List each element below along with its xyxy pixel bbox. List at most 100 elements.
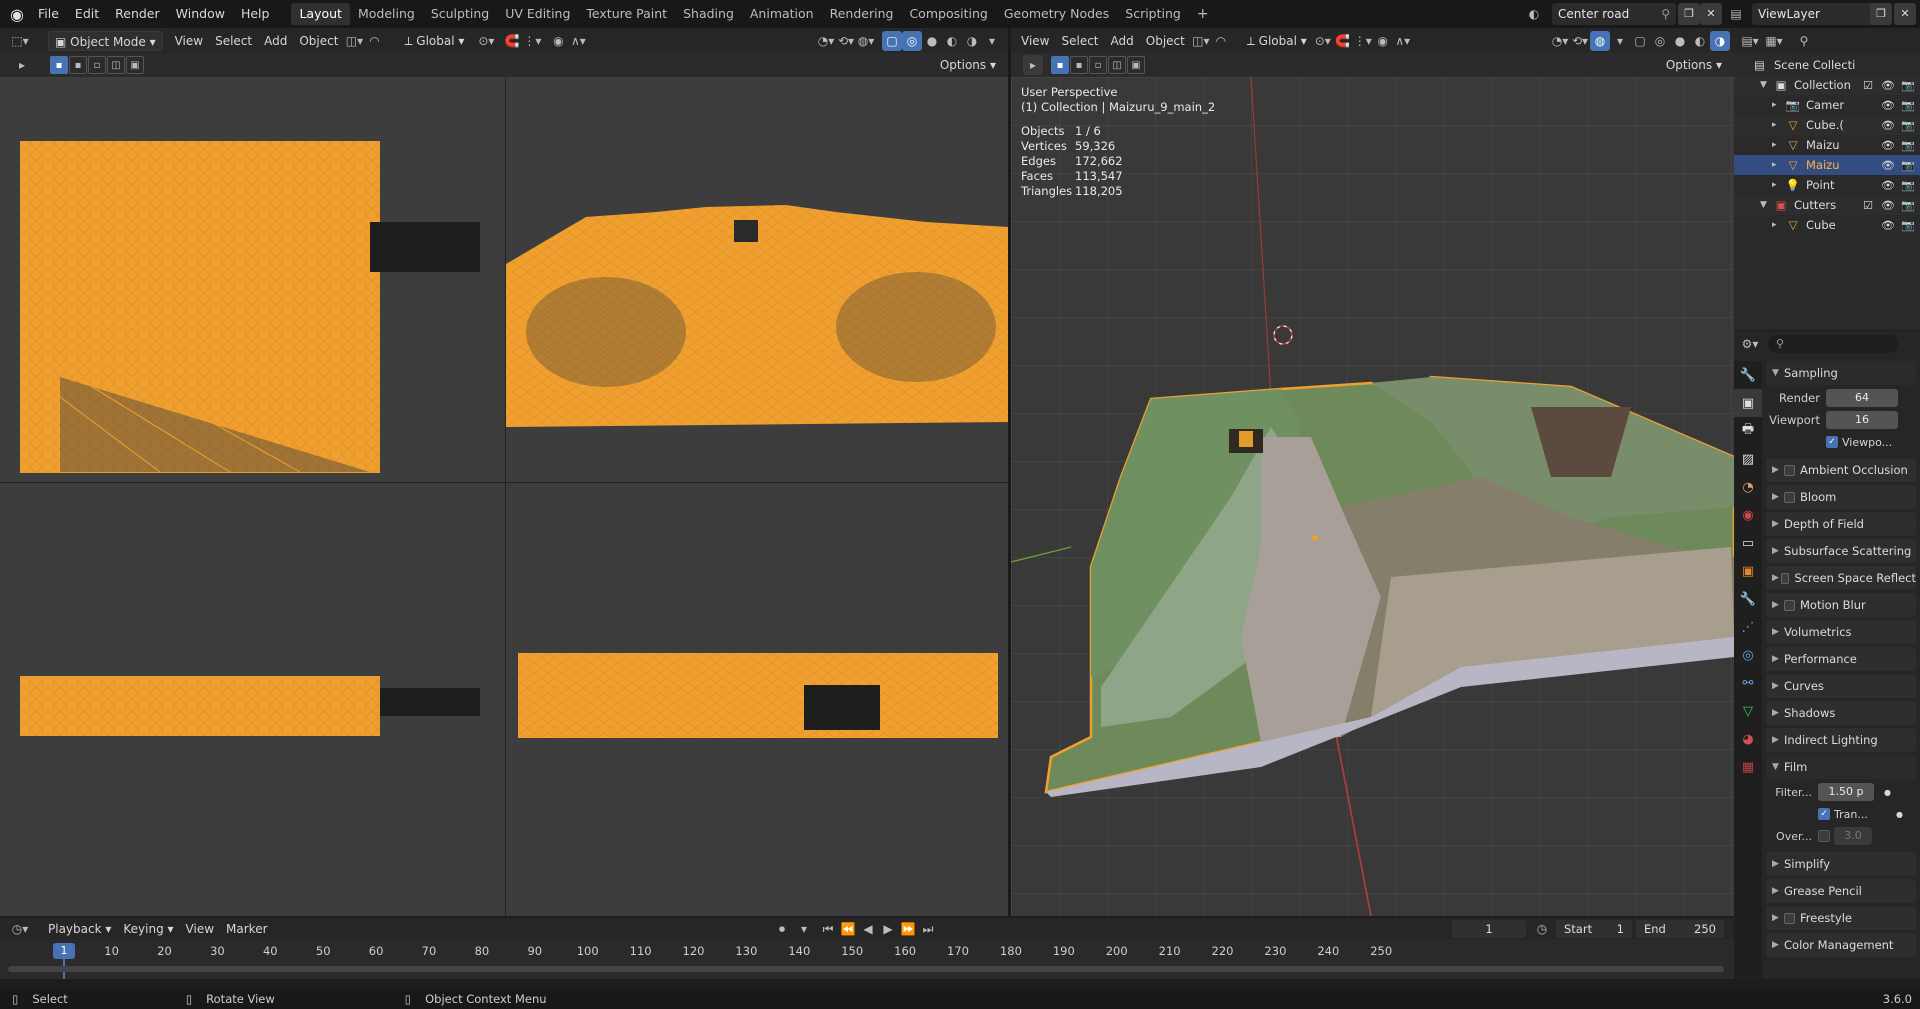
expand-arrow-icon[interactable]: ▸: [1772, 140, 1784, 150]
eye-icon[interactable]: 👁: [1880, 99, 1896, 112]
film-filter-keyframe-icon[interactable]: ●: [1884, 788, 1891, 797]
tool-tab-icon[interactable]: 🔧: [1734, 361, 1762, 389]
tab-modeling[interactable]: Modeling: [350, 3, 423, 25]
material-shading-icon[interactable]: ◐: [942, 31, 962, 51]
timeline-menu-playback[interactable]: Playback ▾: [42, 919, 117, 939]
viewport-denoise-checkbox[interactable]: ✓: [1826, 436, 1838, 448]
panel-freestyle[interactable]: ▶ Freestyle: [1766, 906, 1916, 930]
right-snap-icon[interactable]: 🧲: [1333, 31, 1353, 51]
tab-scripting[interactable]: Scripting: [1117, 3, 1189, 25]
snap-target-icon[interactable]: ⋮▾: [522, 31, 542, 51]
camera-render-icon[interactable]: 📷: [1900, 219, 1916, 232]
panel-enable-checkbox[interactable]: [1780, 572, 1790, 584]
expand-arrow-icon[interactable]: ▸: [1772, 100, 1784, 110]
panel-enable-checkbox[interactable]: [1784, 599, 1795, 611]
right-select-subtract-icon[interactable]: ▫: [1089, 56, 1107, 74]
next-keyframe-icon[interactable]: ⏩: [898, 919, 918, 939]
collection-tab-icon[interactable]: ▭: [1734, 529, 1762, 557]
panel-shadows[interactable]: ▶ Shadows: [1766, 701, 1916, 725]
panel-color-management[interactable]: ▶ Color Management: [1766, 933, 1916, 957]
timeline-editor-type-icon[interactable]: ◷▾: [10, 919, 30, 939]
tab-texture-paint[interactable]: Texture Paint: [578, 3, 675, 25]
options-dropdown[interactable]: Options ▾: [934, 55, 1002, 75]
quad-divider-vertical[interactable]: [505, 77, 506, 916]
right-proportional-icon[interactable]: ◠: [1211, 31, 1231, 51]
film-overscan-checkbox[interactable]: [1818, 830, 1830, 842]
menu-select[interactable]: Select: [209, 31, 258, 51]
end-frame-field[interactable]: End 250: [1636, 920, 1724, 938]
preview-range-icon[interactable]: ◷: [1532, 919, 1552, 939]
panel-enable-checkbox[interactable]: [1784, 491, 1795, 503]
new-view-layer-button[interactable]: ❐: [1870, 3, 1892, 25]
eye-icon[interactable]: 👁: [1880, 159, 1896, 172]
panel-screen-space-reflect[interactable]: ▶ Screen Space Reflect: [1766, 566, 1916, 590]
view-layer-selector[interactable]: ViewLayer: [1752, 3, 1880, 25]
view-layer-tab-icon[interactable]: ▨: [1734, 445, 1762, 473]
wireframe-shading-icon[interactable]: ◎: [902, 30, 922, 51]
render-tab-icon[interactable]: ▣: [1734, 389, 1762, 417]
right-menu-object[interactable]: Object: [1140, 31, 1191, 51]
panel-motion-blur[interactable]: ▶ Motion Blur: [1766, 593, 1916, 617]
viewport-samples-field[interactable]: 16: [1826, 411, 1898, 429]
outliner-editor-type-icon[interactable]: ▤▾: [1740, 31, 1760, 51]
transform-orientation-dropdown[interactable]: ⟂ Global ▾: [398, 31, 470, 51]
include-checkbox-icon[interactable]: ☑: [1860, 199, 1876, 212]
pin-icon[interactable]: ⚲: [1661, 7, 1670, 21]
eye-icon[interactable]: 👁: [1880, 199, 1896, 212]
expand-arrow-icon[interactable]: ▸: [1772, 180, 1784, 190]
panel-curves[interactable]: ▶ Curves: [1766, 674, 1916, 698]
camera-render-icon[interactable]: 📷: [1900, 199, 1916, 212]
right-overlay-icon[interactable]: ◍: [1590, 30, 1610, 51]
include-checkbox-icon[interactable]: ☑: [1860, 79, 1876, 92]
right-solid-shading-icon[interactable]: ●: [1670, 31, 1690, 51]
frame-ruler[interactable]: 1 10 20 30 40 50 60 70 80 90 100 110 120 130 140 150 160…: [0, 942, 1734, 960]
panel-bloom[interactable]: ▶ Bloom: [1766, 485, 1916, 509]
menu-file[interactable]: File: [30, 3, 67, 25]
proportional-edit-icon[interactable]: ◉: [548, 31, 568, 51]
panel-performance[interactable]: ▶ Performance: [1766, 647, 1916, 671]
properties-editor-type-icon[interactable]: ⚙▾: [1740, 334, 1760, 354]
outliner-row[interactable]: ▸ ▽ Cube 👁 📷: [1734, 215, 1920, 235]
select-intersect-icon[interactable]: ▣: [126, 56, 144, 74]
right-tool-icon[interactable]: ▸: [1023, 55, 1043, 75]
outliner-row[interactable]: ▸ ▽ Maizu 👁 📷: [1734, 135, 1920, 155]
scene-icon[interactable]: ◐: [1524, 4, 1544, 24]
falloff-icon[interactable]: ∧▾: [568, 31, 588, 51]
right-menu-add[interactable]: Add: [1105, 31, 1140, 51]
current-frame-field[interactable]: 1: [1452, 920, 1526, 938]
proportional-icon[interactable]: ◠: [364, 31, 384, 51]
expand-arrow-icon[interactable]: ▸: [1772, 160, 1784, 170]
select-invert-icon[interactable]: ◫: [107, 56, 125, 74]
outliner-display-mode-icon[interactable]: ▦▾: [1764, 31, 1784, 51]
timeline-menu-view[interactable]: View: [180, 919, 220, 939]
quad-divider-horizontal[interactable]: [0, 482, 1008, 483]
outliner-row[interactable]: ▸ 📷 Camer 👁 📷: [1734, 95, 1920, 115]
menu-add[interactable]: Add: [258, 31, 293, 51]
select-extend-icon[interactable]: ▪: [69, 56, 87, 74]
eye-icon[interactable]: 👁: [1880, 79, 1896, 92]
quad-view-bottom-left[interactable]: [0, 483, 505, 916]
eye-icon[interactable]: 👁: [1880, 219, 1896, 232]
sampling-panel[interactable]: ▼ Sampling: [1766, 361, 1916, 385]
properties-search-field[interactable]: ⚲: [1768, 334, 1898, 353]
expand-arrow-icon[interactable]: ▼: [1760, 200, 1772, 210]
right-select-extend-icon[interactable]: ▪: [1070, 56, 1088, 74]
quad-view-bottom-right[interactable]: [506, 483, 1008, 916]
right-orientation-dropdown[interactable]: ⟂ Global ▾: [1241, 31, 1313, 51]
camera-render-icon[interactable]: 📷: [1900, 79, 1916, 92]
film-transparent-keyframe-icon[interactable]: ●: [1896, 810, 1903, 819]
snap-icon[interactable]: 🧲: [502, 31, 522, 51]
editor-type-icon[interactable]: ⬚▾: [10, 31, 30, 51]
panel-volumetrics[interactable]: ▶ Volumetrics: [1766, 620, 1916, 644]
select-subtract-icon[interactable]: ▫: [88, 56, 106, 74]
panel-indirect-lighting[interactable]: ▶ Indirect Lighting: [1766, 728, 1916, 752]
outliner-row[interactable]: ▼ ▣ Cutters ☑ 👁 📷: [1734, 195, 1920, 215]
eye-icon[interactable]: 👁: [1880, 179, 1896, 192]
render-samples-field[interactable]: 64: [1826, 389, 1898, 407]
camera-render-icon[interactable]: 📷: [1900, 159, 1916, 172]
play-icon[interactable]: ▶: [878, 919, 898, 939]
scene-selector[interactable]: Center road ⚲: [1552, 3, 1676, 25]
panel-depth-of-field[interactable]: ▶ Depth of Field: [1766, 512, 1916, 536]
panel-subsurface-scattering[interactable]: ▶ Subsurface Scattering: [1766, 539, 1916, 563]
prev-keyframe-icon[interactable]: ⏪: [838, 919, 858, 939]
